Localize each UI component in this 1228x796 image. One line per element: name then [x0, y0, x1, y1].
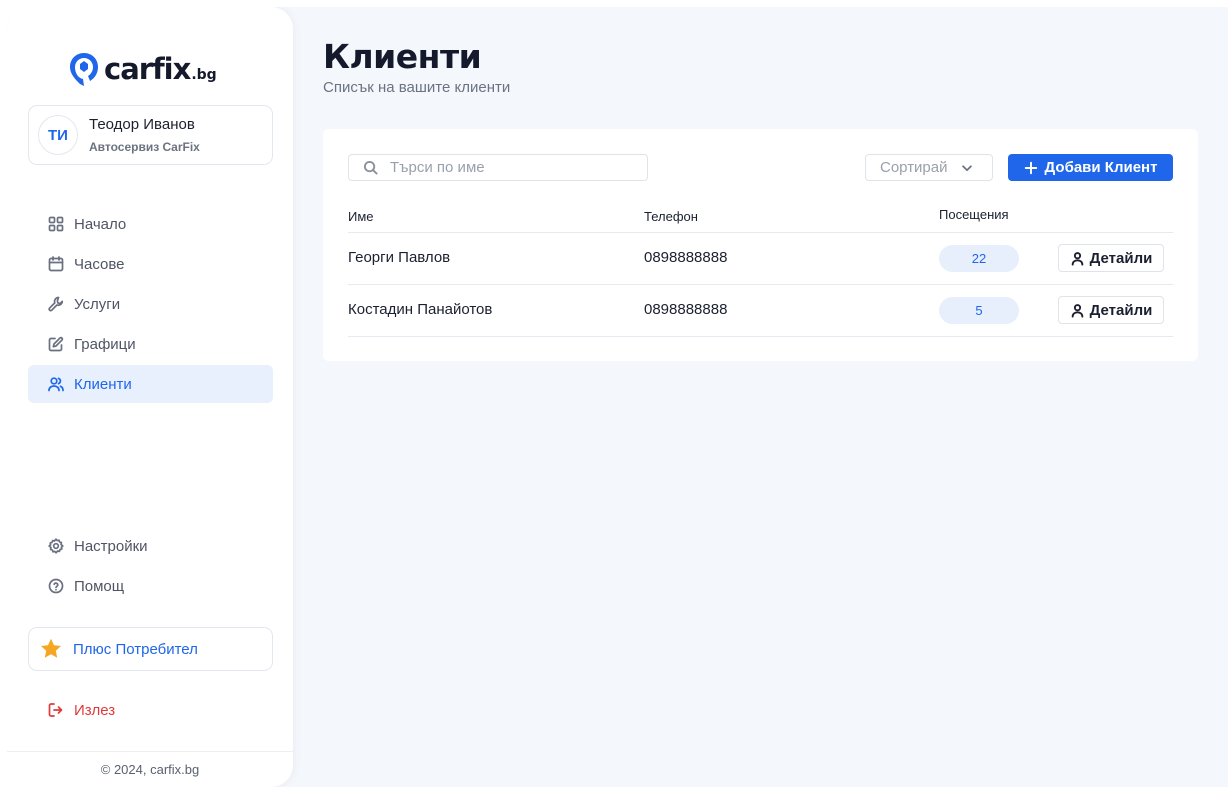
sort-dropdown[interactable]: Сортирай — [865, 154, 993, 181]
clients-table: Име Телефон Посещения Георги Павлов 0898… — [348, 205, 1173, 337]
table-row: Костадин Панайотов 0898888888 5 Детайли — [348, 285, 1173, 337]
table-header: Име Телефон Посещения — [348, 205, 1173, 233]
sidebar-item-label: Настройки — [74, 537, 148, 555]
search-icon — [363, 160, 378, 175]
sidebar-item-label: Клиенти — [74, 375, 132, 393]
app-window: carfix .bg ТИ Теодор Иванов Автосервиз C… — [7, 7, 1228, 787]
sort-label: Сортирай — [880, 159, 948, 176]
plus-icon — [1024, 161, 1037, 174]
logo-tld: .bg — [191, 67, 217, 83]
client-phone: 0898888888 — [644, 249, 728, 266]
sidebar-item-settings[interactable]: Настройки — [28, 527, 273, 565]
chevron-down-icon — [961, 164, 972, 171]
avatar: ТИ — [38, 115, 78, 155]
sidebar-item-label: Графици — [74, 335, 136, 353]
user-name: Теодор Иванов — [89, 116, 195, 133]
sidebar-item-label: Часове — [74, 255, 125, 273]
column-header-visits[interactable]: Посещения — [939, 207, 1009, 222]
user-icon — [1071, 303, 1083, 318]
page-title: Клиенти — [323, 37, 482, 76]
sidebar-item-home[interactable]: Начало — [28, 205, 273, 243]
details-button[interactable]: Детайли — [1058, 296, 1164, 324]
client-name: Костадин Панайотов — [348, 301, 493, 318]
search-input[interactable] — [390, 159, 630, 176]
star-icon — [41, 638, 61, 658]
users-icon — [48, 377, 64, 392]
details-label: Детайли — [1089, 249, 1153, 267]
logo-mark-icon — [70, 53, 98, 86]
sidebar-item-hours[interactable]: Часове — [28, 245, 273, 283]
sidebar-item-services[interactable]: Услуги — [28, 285, 273, 323]
grid-icon — [48, 216, 64, 232]
carfix-logo[interactable]: carfix .bg — [69, 49, 217, 89]
logo-wordmark: carfix — [104, 51, 191, 86]
search-box[interactable] — [348, 154, 648, 181]
sidebar-item-label: Услуги — [74, 295, 121, 313]
logo-part-car: car — [104, 51, 153, 86]
logo-part-fix: fix — [152, 51, 191, 86]
sidebar-item-label: Помощ — [74, 577, 125, 595]
sidebar: carfix .bg ТИ Теодор Иванов Автосервиз C… — [7, 7, 293, 787]
add-client-button[interactable]: Добави Клиент — [1008, 154, 1173, 181]
column-header-phone[interactable]: Телефон — [644, 209, 698, 224]
help-icon — [48, 578, 64, 594]
table-row: Георги Павлов 0898888888 22 Детайли — [348, 233, 1173, 285]
main-nav: Начало Часове Услуги Графици Клиенти — [28, 205, 273, 405]
page-subtitle: Списък на вашите клиенти — [323, 79, 511, 96]
gear-icon — [48, 538, 64, 554]
logout-icon — [48, 703, 63, 717]
client-phone: 0898888888 — [644, 301, 728, 318]
logout-button[interactable]: Излез — [28, 691, 273, 729]
column-header-name[interactable]: Име — [348, 209, 374, 224]
details-label: Детайли — [1089, 301, 1153, 319]
details-button[interactable]: Детайли — [1058, 244, 1164, 272]
visits-badge: 5 — [939, 297, 1019, 324]
edit-icon — [48, 336, 64, 352]
visits-badge: 22 — [939, 245, 1019, 272]
sidebar-item-schedules[interactable]: Графици — [28, 325, 273, 363]
user-card[interactable]: ТИ Теодор Иванов Автосервиз CarFix — [28, 105, 273, 165]
footer-divider — [7, 751, 293, 752]
secondary-nav: Настройки Помощ — [28, 527, 273, 607]
sidebar-item-help[interactable]: Помощ — [28, 567, 273, 605]
user-icon — [1071, 251, 1083, 266]
plus-user-label: Плюс Потребител — [73, 640, 198, 658]
footer-copyright: © 2024, carfix.bg — [100, 762, 200, 777]
sidebar-item-label: Начало — [74, 215, 127, 233]
plus-user-button[interactable]: Плюс Потребител — [28, 627, 273, 671]
wrench-icon — [48, 296, 64, 312]
client-name: Георги Павлов — [348, 249, 451, 266]
logout-label: Излез — [74, 701, 116, 719]
calendar-icon — [48, 256, 64, 272]
user-company: Автосервиз CarFix — [89, 140, 200, 154]
clients-card: Сортирай Добави Клиент Име Телефон Посещ… — [323, 129, 1198, 361]
add-client-label: Добави Клиент — [1044, 159, 1158, 176]
sidebar-item-clients[interactable]: Клиенти — [28, 365, 273, 403]
